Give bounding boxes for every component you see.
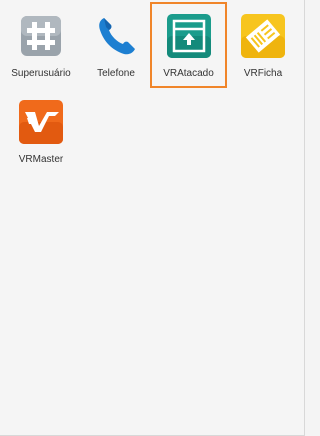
vr-master-logo-icon bbox=[17, 98, 65, 146]
phone-handset-icon bbox=[92, 12, 140, 60]
app-vrmaster[interactable]: VRMaster bbox=[5, 88, 77, 168]
app-vratacado[interactable]: VRAtacado bbox=[150, 2, 227, 88]
launcher-screen: Superusuário Telefone VRAtacado VRFicha … bbox=[0, 0, 305, 436]
app-vrficha[interactable]: VRFicha bbox=[227, 2, 299, 82]
app-label: Telefone bbox=[97, 68, 135, 79]
hash-grid-icon bbox=[17, 12, 65, 60]
app-telefone[interactable]: Telefone bbox=[80, 2, 152, 82]
vr-atacado-box-icon bbox=[165, 12, 213, 60]
app-superusuario[interactable]: Superusuário bbox=[5, 2, 77, 82]
app-label: VRFicha bbox=[243, 68, 283, 79]
vr-ficha-ticket-icon bbox=[239, 12, 287, 60]
app-label: Superusuário bbox=[11, 68, 71, 79]
app-label: VRAtacado bbox=[163, 68, 214, 79]
app-label: VRMaster bbox=[18, 154, 64, 165]
